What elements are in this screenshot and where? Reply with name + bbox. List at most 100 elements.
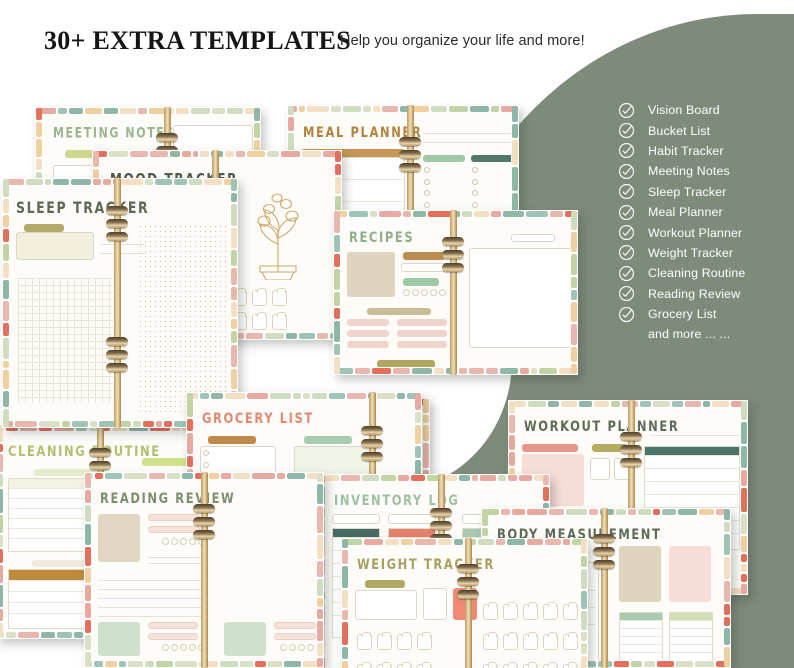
weight-sticker-row [357, 632, 432, 650]
top-note-lines [423, 125, 511, 143]
binder-ring [193, 517, 215, 527]
title-field [148, 622, 198, 629]
measurement-table [669, 612, 713, 660]
planner-title: RECIPES [349, 228, 415, 246]
check-circle-icon [618, 204, 635, 221]
planner-title: CLEANING ROUTINE [8, 442, 161, 460]
checklist-item-label: Grocery List [648, 307, 717, 322]
checklist-item-habit-tracker: Habit Tracker [618, 141, 794, 161]
checklist-item-meal-planner: Meal Planner [618, 202, 794, 222]
check-circle-icon [618, 122, 635, 139]
binder-ring [106, 206, 128, 216]
category-chip [208, 436, 256, 444]
spiral-binder [193, 472, 215, 668]
binder-rod [201, 472, 208, 668]
header-lines [650, 424, 740, 436]
measurement-table [619, 612, 663, 660]
photo-placeholder [619, 546, 661, 602]
ingredient-chip [347, 341, 389, 348]
label-chip [24, 224, 64, 232]
ingredient-chip [397, 330, 447, 337]
binder-ring [193, 530, 215, 540]
frame-pattern-right [580, 538, 588, 668]
list-header-green [423, 155, 465, 162]
checklist-item-label: Vision Board [648, 103, 720, 118]
binder-ring [620, 432, 642, 442]
ingredient-chip [397, 341, 447, 348]
checklist-item-label: Meeting Notes [648, 164, 730, 179]
frame-pattern-left [341, 538, 349, 668]
bottom-chip [377, 360, 435, 367]
binder-ring [457, 563, 479, 573]
plant-illustration [238, 188, 318, 281]
checklist-item-label: Reading Review [648, 286, 741, 301]
binder-ring [361, 452, 383, 462]
binder-ring [457, 576, 479, 586]
binder-rod [114, 178, 121, 428]
planner-card-reading-review[interactable]: READING REVIEW [84, 472, 324, 668]
category-chip [304, 436, 352, 444]
binder-ring [593, 533, 615, 543]
sleep-dot-matrix [138, 224, 230, 414]
planner-card-recipes[interactable]: RECIPES [333, 210, 578, 375]
author-field [148, 633, 198, 640]
binder-ring [156, 132, 178, 142]
sleep-chart-grid [18, 278, 113, 403]
binder-ring [361, 439, 383, 449]
binder-ring [361, 426, 383, 436]
binder-ring [106, 363, 128, 373]
binder-ring [106, 219, 128, 229]
planner-card-weight-tracker[interactable]: WEIGHT TRACKER [341, 538, 588, 668]
checklist-item-meeting-notes: Meeting Notes [618, 161, 794, 181]
binder-ring [620, 458, 642, 468]
ingredient-chip [347, 330, 389, 337]
checklist-item-label: Cleaning Routine [648, 266, 746, 281]
directions-chip [511, 234, 555, 242]
checklist-item-cleaning-routine: Cleaning Routine [618, 263, 794, 283]
binder-ring [399, 137, 421, 147]
planner-title: SLEEP TRACKER [16, 198, 150, 217]
binder-rod [601, 508, 608, 668]
spiral-binder [457, 538, 479, 668]
checklist-item-workout-planner: Workout Planner [618, 222, 794, 242]
mood-checkbox-row [232, 312, 287, 330]
checklist-item-bucket-list: Bucket List [618, 120, 794, 140]
binder-ring [593, 559, 615, 569]
frame-pattern-top [186, 392, 422, 400]
checklist-item-label: Meal Planner [648, 205, 723, 220]
right-panel [173, 125, 253, 151]
frame-pattern-right [570, 210, 578, 375]
binder-ring [399, 163, 421, 173]
binder-ring [593, 546, 615, 556]
binder-rod [465, 538, 472, 668]
binder-ring [430, 521, 452, 531]
rating-chip [403, 278, 439, 286]
planner-card-sleep-tracker[interactable]: SLEEP TRACKER [2, 178, 238, 428]
spiral-binder [593, 508, 615, 668]
difficulty-chip [403, 252, 445, 260]
mood-checkbox-row [232, 288, 287, 306]
feature-checklist: Vision Board Bucket List Habit Tracker Meet… [618, 100, 794, 345]
review-lines [148, 552, 204, 564]
spiral-binder [442, 210, 464, 375]
frame-pattern-right [723, 508, 731, 668]
checklist-item-weight-tracker: Weight Tracker [618, 243, 794, 263]
weight-sticker-row [483, 602, 578, 620]
check-circle-icon [618, 244, 635, 261]
binder-ring [89, 447, 111, 457]
binder-ring [106, 337, 128, 347]
check-circle-icon [618, 224, 635, 241]
target-box [590, 458, 610, 480]
binder-ring [106, 232, 128, 242]
weight-sticker-row [483, 632, 578, 650]
checklist-item-label: Sleep Tracker [648, 184, 727, 199]
checklist-item-label: Weight Tracker [648, 245, 734, 260]
binder-ring [442, 236, 464, 246]
checklist-item-reading-review: Reading Review [618, 284, 794, 304]
current-box [423, 588, 447, 620]
page-title: 30+ EXTRA TEMPLATES [44, 26, 352, 55]
long-lines [98, 572, 202, 617]
book-cover-placeholder [98, 622, 140, 656]
checklist-item-sleep-tracker: Sleep Tracker [618, 182, 794, 202]
author-field [148, 526, 200, 533]
